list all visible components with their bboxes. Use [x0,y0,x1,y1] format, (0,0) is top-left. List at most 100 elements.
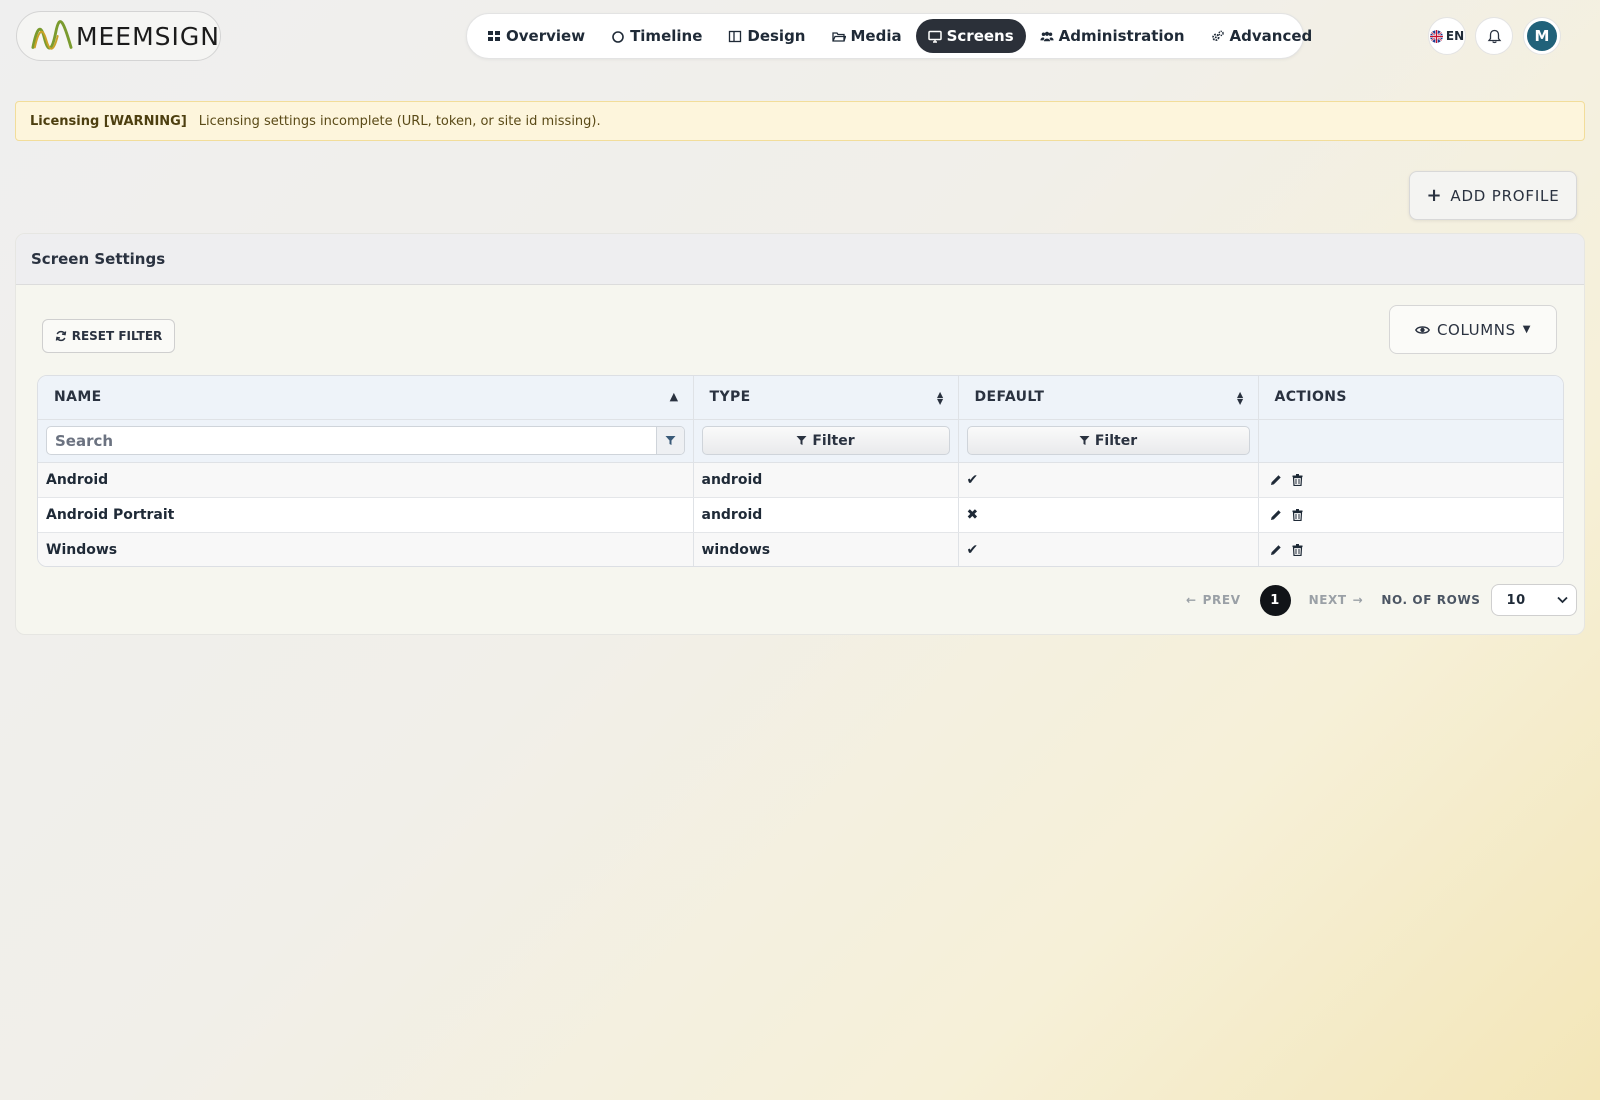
bell-icon [1487,29,1501,43]
funnel-icon [1079,436,1090,445]
arrow-right-icon: → [1352,593,1364,607]
reset-filter-label: RESET FILTER [71,329,163,343]
nav-item-design[interactable]: Design [716,19,817,53]
screen-settings-card: Screen Settings RESET FILTER COLUMNS ▼ N… [15,233,1585,635]
columns-label: COLUMNS [1436,320,1516,339]
page-number-current[interactable]: 1 [1259,584,1291,616]
column-header-type[interactable]: TYPE ▲ ▼ [693,376,959,420]
edit-icon[interactable] [1270,474,1282,486]
uk-flag-icon [1429,29,1443,43]
prev-page-button[interactable]: ← PREV [1186,593,1241,607]
nav-item-timeline[interactable]: Timeline [599,19,714,53]
default-filter-button[interactable]: Filter [966,426,1250,455]
licensing-alert: Licensing [WARNING] Licensing settings i… [15,101,1585,141]
type-filter-cell: Filter [693,419,959,463]
nav-item-label: Advanced [1229,27,1313,45]
trash-icon[interactable] [1292,543,1303,556]
rows-per-page-select[interactable]: 10 [1490,584,1577,616]
edit-icon[interactable] [1270,544,1282,556]
cell-default: ✔ [958,462,1259,498]
default-filter-cell: Filter [958,419,1259,463]
column-header-default[interactable]: DEFAULT ▲ ▼ [958,376,1259,420]
circle-icon [612,31,624,43]
cell-actions [1258,462,1563,498]
refresh-icon [55,330,66,342]
plus-icon: + [1426,185,1443,206]
user-avatar[interactable]: M [1523,17,1561,55]
language-selector[interactable]: EN [1428,17,1466,55]
nav-item-label: Administration [1058,27,1185,45]
logo-wave-icon [31,20,73,50]
cell-default: ✔ [958,532,1259,566]
cell-type: android [693,497,959,533]
cell-default: ✖ [958,497,1259,533]
nav-item-label: Overview [506,27,586,45]
arrow-left-icon: ← [1186,593,1197,607]
alert-title: Licensing [WARNING] [30,113,187,129]
table-row[interactable]: Android android ✔ [38,462,1563,498]
eye-icon [1414,325,1430,334]
nav-item-administration[interactable]: Administration [1028,19,1197,53]
cell-name: Windows [38,532,694,566]
search-input[interactable] [47,427,656,454]
edit-icon[interactable] [1270,509,1282,521]
nav-item-media[interactable]: Media [820,19,914,53]
next-page-button[interactable]: NEXT → [1309,593,1364,607]
notifications-button[interactable] [1475,17,1513,55]
check-icon: ✔ [966,541,979,558]
column-header-name[interactable]: NAME ▲ [38,376,694,420]
type-filter-button[interactable]: Filter [701,426,950,455]
cell-name: Android [38,462,694,498]
logo-text: MEEMSIGN [75,21,220,51]
nav-item-label: Timeline [630,27,703,45]
actions-filter-cell [1258,419,1563,463]
pagination: ← PREV 1 NEXT → NO. OF ROWS 10 [1186,583,1577,617]
check-icon: ✔ [966,471,979,488]
add-profile-label: ADD PROFILE [1450,186,1560,205]
trash-icon[interactable] [1292,508,1303,521]
cell-actions [1258,532,1563,566]
gears-icon [1211,30,1224,41]
columns-dropdown-button[interactable]: COLUMNS ▼ [1389,305,1557,354]
name-filter-cell [38,419,694,463]
monitor-icon [927,30,942,43]
card-title: Screen Settings [16,234,1584,285]
caret-down-icon: ▼ [1522,324,1532,335]
trash-icon[interactable] [1292,473,1303,486]
nav-item-label: Design [747,27,806,45]
cell-type: windows [693,532,959,566]
cell-type: android [693,462,959,498]
nav-item-label: Screens [946,27,1014,45]
nav-item-screens[interactable]: Screens [915,19,1026,53]
cross-icon: ✖ [966,506,979,523]
main-nav: Overview Timeline Design Media Screens A… [466,13,1312,59]
grid-icon [488,31,500,41]
sort-icon: ▲ ▼ [936,390,944,406]
column-header-actions: ACTIONS [1258,376,1563,420]
columns-icon [729,30,742,43]
users-icon [1040,31,1054,42]
folder-icon [831,32,846,42]
top-bar: MEEMSIGN Overview Timeline Design Media … [0,0,1600,72]
nav-item-overview[interactable]: Overview [475,19,597,53]
reset-filter-button[interactable]: RESET FILTER [42,319,175,353]
name-search [46,426,685,455]
cell-name: Android Portrait [38,497,694,533]
funnel-icon [796,436,807,445]
table-row[interactable]: Windows windows ✔ [38,532,1563,566]
sort-icon: ▲ ▼ [1236,390,1244,406]
alert-message: Licensing settings incomplete (URL, toke… [198,113,601,129]
cell-actions [1258,497,1563,533]
nav-item-advanced[interactable]: Advanced [1199,19,1325,53]
logo[interactable]: MEEMSIGN [16,11,221,61]
nav-item-label: Media [850,27,902,45]
table-row[interactable]: Android Portrait android ✖ [38,497,1563,533]
chevron-down-icon [1556,596,1568,604]
avatar-initial: M [1527,21,1557,51]
rows-per-page-label: NO. OF ROWS [1381,593,1481,607]
language-code: EN [1445,29,1465,43]
filter-funnel-icon[interactable] [655,427,684,454]
sort-asc-icon: ▲ [669,390,679,403]
screens-table: NAME ▲ TYPE ▲ ▼ DEFAULT ▲ ▼ ACTIONS Sear… [37,375,1564,567]
add-profile-button[interactable]: + ADD PROFILE [1409,171,1577,220]
